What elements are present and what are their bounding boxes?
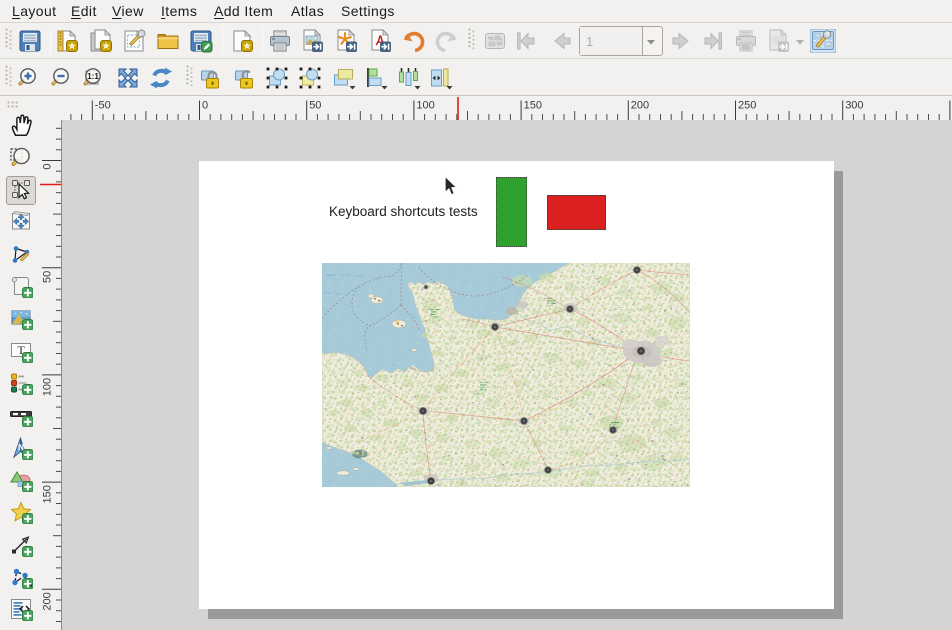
svg-text:0: 0	[202, 100, 208, 112]
svg-text:0: 0	[42, 164, 54, 170]
svg-text:50: 50	[42, 271, 54, 283]
svg-text:100: 100	[42, 378, 54, 396]
svg-text:250: 250	[738, 100, 756, 112]
svg-text:150: 150	[42, 485, 54, 503]
svg-text:100: 100	[416, 100, 434, 112]
svg-text:300: 300	[845, 100, 863, 112]
svg-text:-50: -50	[95, 100, 111, 112]
svg-text:150: 150	[524, 100, 542, 112]
svg-text:200: 200	[42, 592, 54, 610]
svg-text:200: 200	[631, 100, 649, 112]
svg-text:50: 50	[309, 100, 321, 112]
